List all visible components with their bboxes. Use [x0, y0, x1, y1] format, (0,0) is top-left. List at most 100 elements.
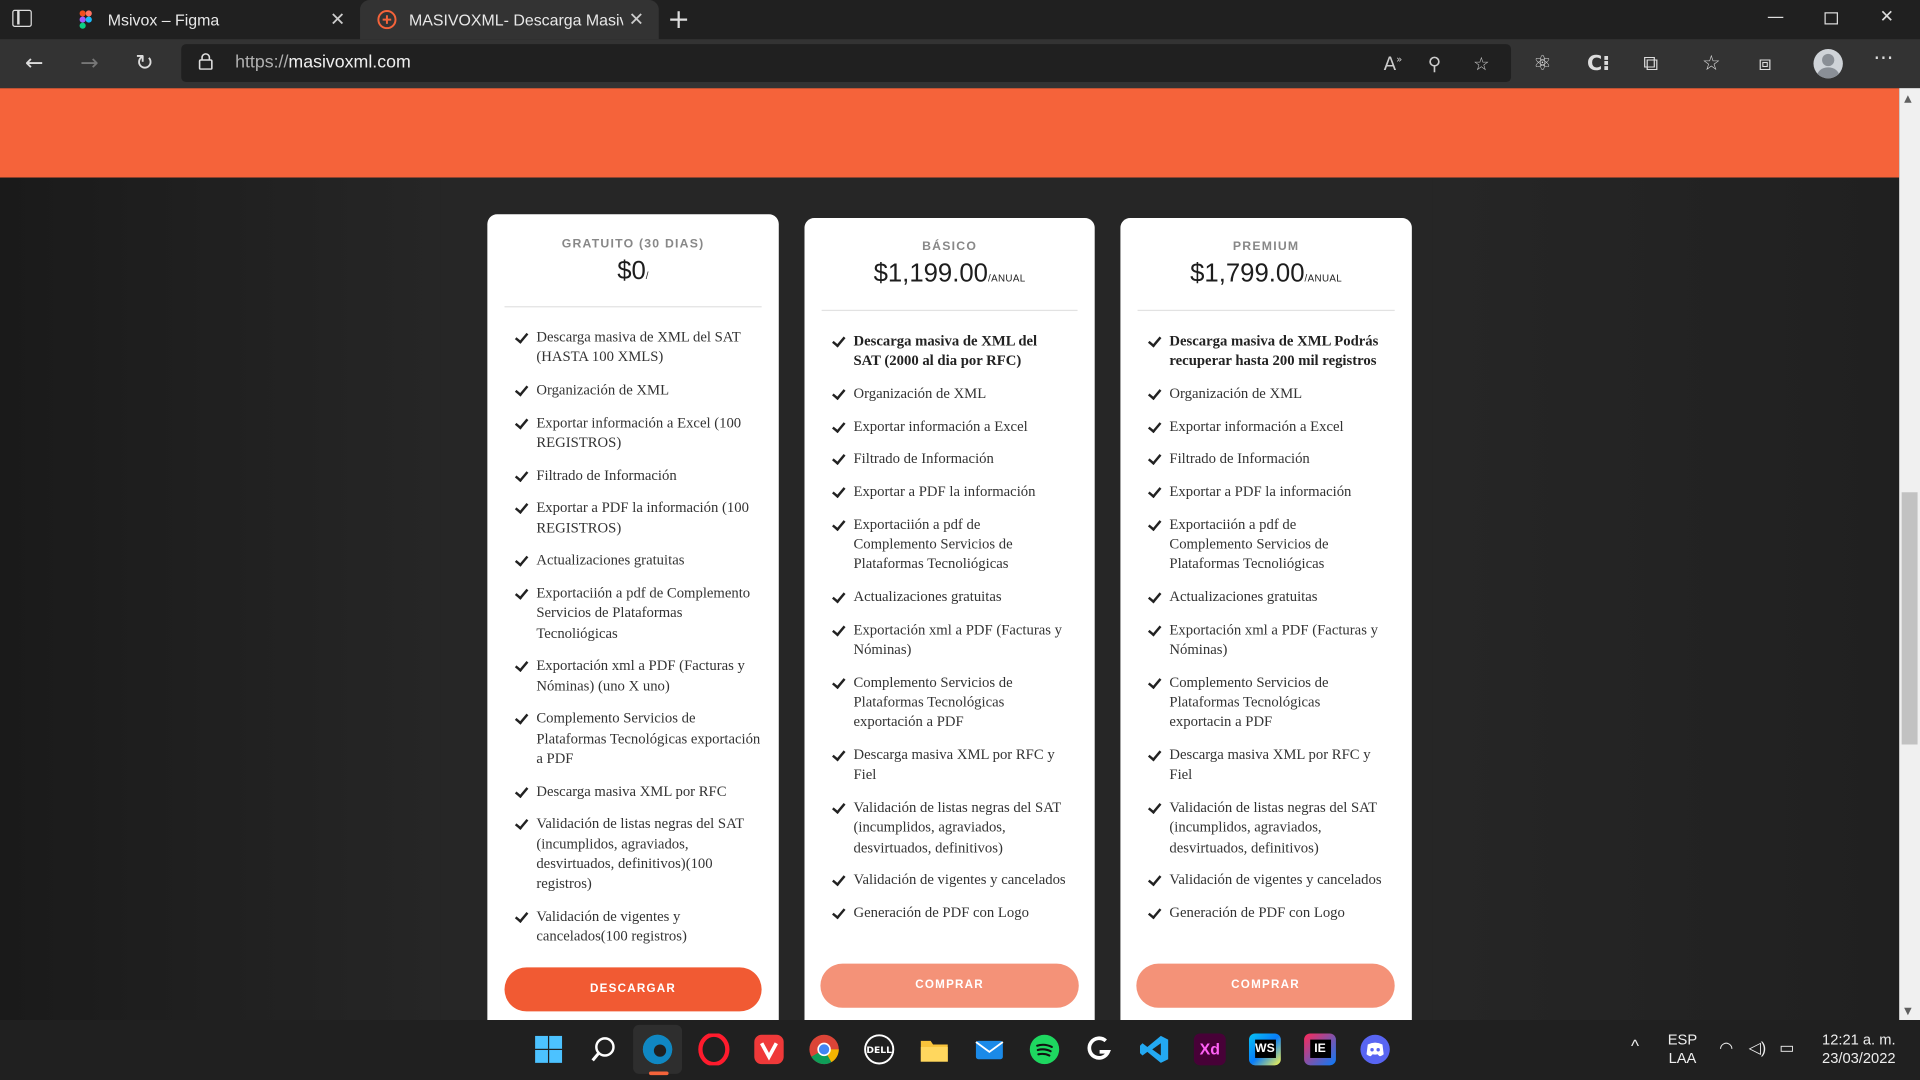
volume-icon[interactable]: ◁) — [1749, 1038, 1767, 1056]
feature-item: Exportar a PDF la información (100 REGIS… — [517, 498, 762, 538]
feature-item: Descarga masiva de XML del SAT (2000 al … — [834, 331, 1067, 371]
buy-button-premium[interactable]: COMPRAR — [1136, 963, 1395, 1008]
plan-price: $1,799.00/ANUAL — [1120, 260, 1411, 289]
price-value: $1,199.00 — [873, 259, 988, 288]
mail-icon[interactable] — [973, 1033, 1005, 1065]
feature-item: Filtrado de Información — [1150, 449, 1383, 469]
page-scrollbar[interactable]: ▲ ▼ — [1899, 88, 1920, 1021]
plan-name: BÁSICO — [922, 240, 978, 254]
buy-button-basic[interactable]: COMPRAR — [820, 963, 1079, 1008]
zoom-icon[interactable]: ⚲ — [1428, 53, 1441, 75]
discord-icon[interactable] — [1359, 1033, 1391, 1065]
feature-item: Validación de listas negras del SAT (inc… — [834, 797, 1067, 857]
price-value: $0 — [617, 257, 646, 286]
vivaldi-icon[interactable] — [753, 1033, 785, 1065]
edge-icon[interactable] — [642, 1033, 674, 1065]
pricing-card-basic: BÁSICO $1,199.00/ANUAL Descarga masiva d… — [804, 217, 1095, 1021]
tab-bar: Msivox – Figma ✕ MASIVOXML- Descarga Mas… — [0, 0, 1920, 40]
divider — [1137, 309, 1395, 312]
lock-icon — [198, 53, 213, 70]
pricing-card-free: GRATUITO (30 DIAS) $0/ Descarga masiva d… — [487, 214, 779, 1021]
close-icon[interactable]: ✕ — [330, 9, 345, 31]
url-text: https://masivoxml.com — [235, 53, 411, 73]
tab-masivoxml[interactable]: MASIVOXML- Descarga Masiva XML ✕ — [360, 0, 659, 40]
restore-icon[interactable] — [1824, 12, 1838, 25]
clock[interactable]: 12:21 a. m. 23/03/2022 — [1810, 1031, 1908, 1068]
feature-item: Organización de XML — [517, 380, 762, 400]
chrome-icon[interactable] — [808, 1033, 840, 1065]
price-period: / — [645, 270, 649, 282]
feature-item: Validación de listas negras del SAT (inc… — [1150, 797, 1383, 857]
feature-item: Exportaciión a pdf de Complemento Servic… — [834, 514, 1067, 574]
feature-item: Organización de XML — [1150, 383, 1383, 403]
feature-item: Descarga masiva de XML del SAT (HASTA 10… — [517, 327, 762, 367]
feature-item: Validación de vigentes y cancelados — [1150, 870, 1383, 890]
feature-item: Descarga masiva XML por RFC y Fiel — [1150, 744, 1383, 784]
plan-price: $1,199.00/ANUAL — [804, 260, 1094, 289]
extension-icon[interactable]: ⚛ — [1533, 51, 1552, 75]
feature-item: Actualizaciones gratuitas — [1150, 587, 1383, 607]
opera-icon[interactable] — [698, 1033, 730, 1066]
address-field[interactable]: https://masivoxml.com A» ⚲ ☆ — [181, 44, 1512, 83]
vscode-icon[interactable] — [1139, 1033, 1171, 1065]
scroll-up-icon[interactable]: ▲ — [1904, 93, 1912, 104]
favorite-add-icon[interactable]: ☆ — [1473, 53, 1489, 75]
more-icon[interactable]: ··· — [1873, 47, 1893, 71]
refresh-icon[interactable]: ↻ — [131, 50, 158, 77]
xd-icon[interactable]: Xd — [1193, 1033, 1226, 1066]
back-arrow-icon[interactable]: ← — [21, 50, 48, 77]
clock-time: 12:21 a. m. — [1822, 1031, 1896, 1049]
collections-icon[interactable]: ⧈ — [1758, 51, 1771, 75]
header-banner — [0, 88, 1900, 178]
dell-icon[interactable]: DELL — [863, 1033, 895, 1065]
svg-text:DELL: DELL — [866, 1045, 892, 1056]
download-button[interactable]: DESCARGAR — [504, 967, 762, 1012]
feature-item: Complemento Servicios de Plataformas Tec… — [1150, 672, 1383, 732]
feature-item: Exportar información a Excel — [1150, 416, 1383, 436]
webstorm-icon[interactable]: WS — [1248, 1033, 1281, 1066]
close-icon[interactable]: ✕ — [629, 9, 644, 31]
windows-start-icon[interactable] — [533, 1033, 565, 1065]
tab-actions-icon[interactable] — [12, 9, 32, 27]
forward-arrow-icon[interactable]: → — [76, 50, 103, 77]
puzzle-icon[interactable]: ⧉ — [1643, 51, 1658, 75]
logitech-icon[interactable] — [1084, 1033, 1116, 1065]
minimize-icon[interactable]: — — [1767, 7, 1784, 27]
scrollbar-thumb[interactable] — [1901, 492, 1918, 745]
c-icon[interactable]: C⁝ — [1587, 51, 1610, 75]
chevron-up-icon[interactable]: ^ — [1631, 1037, 1639, 1055]
feature-item: Complemento Servicios de Plataformas Tec… — [517, 708, 762, 768]
pricing-card-premium: PREMIUM $1,799.00/ANUAL Descarga masiva … — [1120, 217, 1412, 1021]
url-prefix: https:// — [235, 52, 289, 73]
masivoxml-icon — [377, 10, 397, 30]
feature-item: Exportaciión a pdf de Complemento Servic… — [517, 583, 762, 643]
feature-item: Exportar a PDF la información — [1150, 481, 1383, 501]
spotify-icon[interactable] — [1029, 1033, 1061, 1065]
feature-item: Exportación xml a PDF (Facturas y Nómina… — [1150, 619, 1383, 659]
search-icon[interactable] — [588, 1033, 620, 1065]
tab-figma[interactable]: Msivox – Figma ✕ — [59, 0, 360, 39]
url-domain: masivoxml.com — [288, 52, 411, 73]
close-window-icon[interactable]: ✕ — [1880, 7, 1894, 27]
profile-icon[interactable] — [1813, 48, 1843, 79]
feature-item: Complemento Servicios de Plataformas Tec… — [834, 672, 1067, 732]
feature-item: Descarga masiva XML por RFC y Fiel — [834, 744, 1067, 784]
plan-price: $0/ — [487, 257, 778, 286]
intellij-label: IE — [1309, 1039, 1331, 1058]
language-indicator[interactable]: ESP LAA — [1665, 1031, 1699, 1068]
tab-title: MASIVOXML- Descarga Masiva XML — [408, 10, 623, 29]
screen: Msivox – Figma ✕ MASIVOXML- Descarga Mas… — [0, 0, 1920, 1080]
feature-item: Validación de listas negras del SAT (inc… — [517, 813, 762, 893]
price-value: $1,799.00 — [1190, 259, 1305, 288]
battery-icon[interactable]: ▭ — [1779, 1038, 1794, 1056]
intellij-icon[interactable]: IE — [1304, 1033, 1336, 1066]
favorites-icon[interactable]: ☆ — [1702, 51, 1721, 75]
wifi-icon[interactable]: ◠ — [1719, 1038, 1733, 1056]
read-aloud-icon[interactable]: A» — [1384, 53, 1403, 75]
feature-item: Filtrado de Información — [834, 449, 1067, 469]
new-tab-button[interactable]: + — [667, 5, 690, 36]
feature-item: Exportación xml a PDF (Facturas y Nómina… — [517, 655, 762, 695]
scroll-down-icon[interactable]: ▼ — [1904, 1005, 1912, 1016]
background-left — [0, 177, 441, 1021]
file-explorer-icon[interactable] — [918, 1033, 950, 1065]
